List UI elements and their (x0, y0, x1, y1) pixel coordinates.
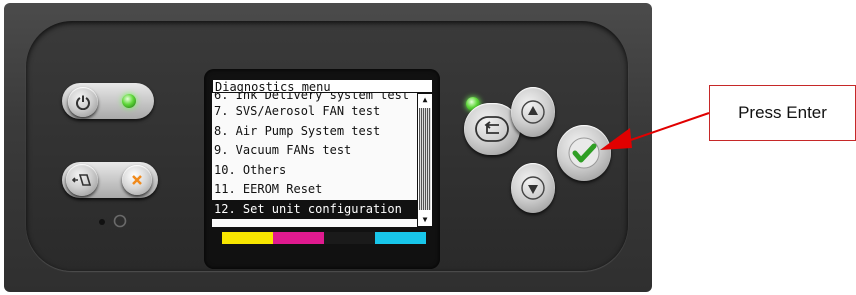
callout-arrow (600, 112, 710, 150)
press-enter-callout: Press Enter (709, 85, 856, 141)
callout-text: Press Enter (738, 103, 827, 122)
